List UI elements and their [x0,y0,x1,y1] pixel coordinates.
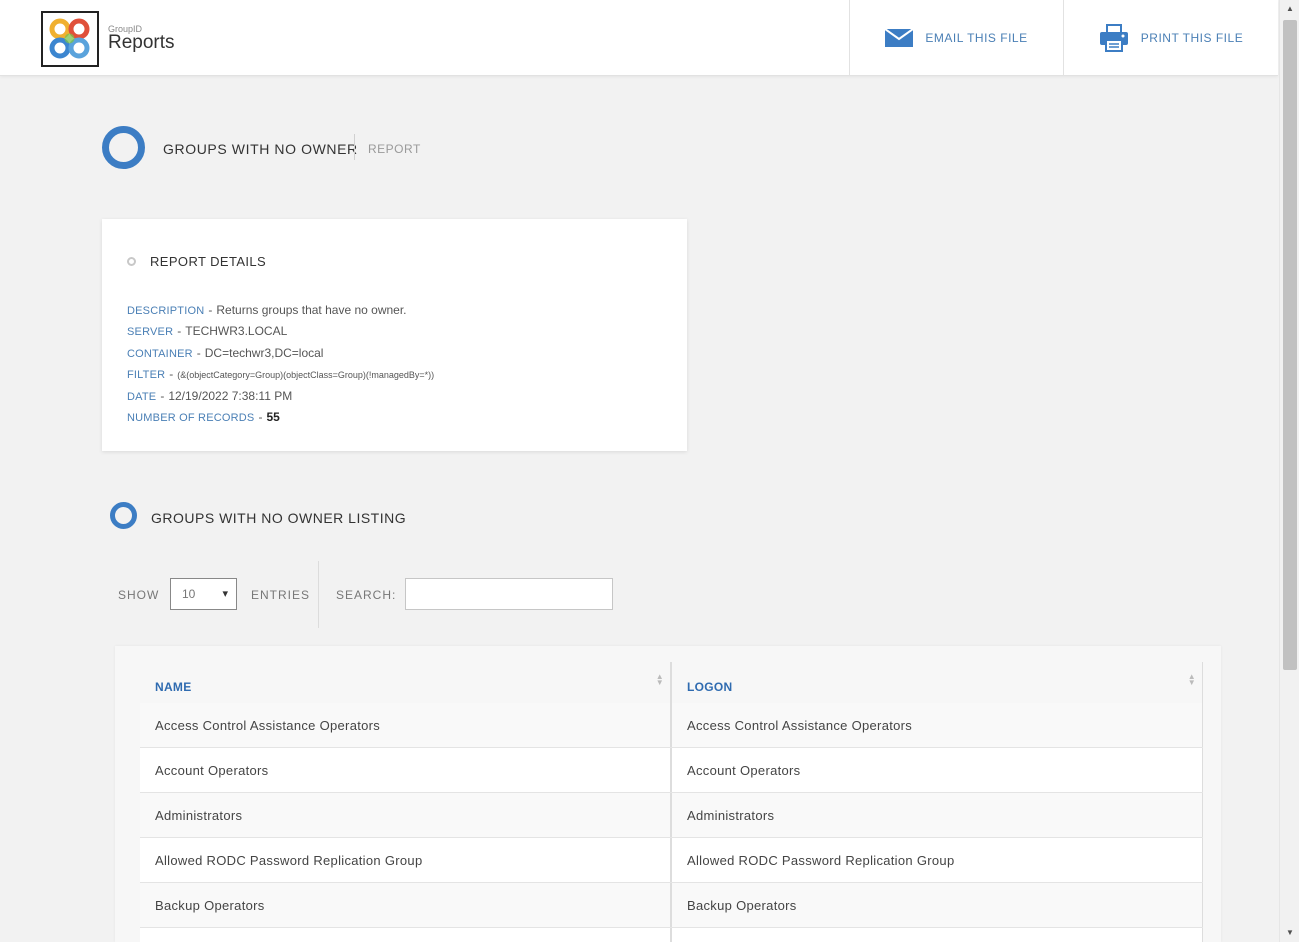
listing-title: GROUPS WITH NO OWNER LISTING [151,510,407,526]
email-file-label: EMAIL THIS FILE [925,31,1028,45]
controls-divider [318,561,319,628]
cell-name: Access Control Assistance Operators [140,703,671,747]
table-row[interactable]: Account Operators Account Operators [140,748,1203,793]
search-label: SEARCH: [336,588,397,602]
brand-title: Reports [108,32,175,53]
cell-name: Administrators [140,793,671,837]
table-row[interactable]: Backup Operators Backup Operators [140,883,1203,928]
logo-circles-icon [49,18,90,59]
detail-container: CONTAINER - DC=techwr3,DC=local [127,346,324,360]
table-body: Access Control Assistance Operators Acce… [140,703,1203,942]
print-file-label: PRINT THIS FILE [1140,31,1244,45]
detail-key: DATE [127,391,157,403]
table-row[interactable]: Access Control Assistance Operators Acce… [140,703,1203,748]
sort-icon[interactable]: ▲ ▼ [1188,673,1196,687]
detail-value: (&(objectCategory=Group)(objectClass=Gro… [177,370,435,380]
detail-value: TECHWR3.LOCAL [185,324,288,338]
email-file-button[interactable]: EMAIL THIS FILE [849,0,1063,76]
column-header-label: LOGON [687,679,733,694]
table-row[interactable]: Administrators Administrators [140,793,1203,838]
detail-value: Returns groups that have no owner. [216,303,407,317]
detail-record-count: NUMBER OF RECORDS -55 [127,410,280,424]
chevron-down-icon: ▾ [222,588,228,600]
column-header-label: NAME [155,679,192,694]
table-header-row: NAME ▲ ▼ LOGON ▲ ▼ [140,662,1203,703]
detail-description: DESCRIPTION - Returns groups that have no … [127,303,407,317]
report-details-title: REPORT DETAILS [150,254,267,269]
cell-name [140,928,671,942]
page-scrollbar[interactable]: ▲ ▼ [1279,0,1299,942]
cell-name: Allowed RODC Password Replication Group [140,838,671,882]
sort-icon[interactable]: ▲ ▼ [656,673,664,687]
detail-key: SERVER [127,326,174,338]
entries-label: ENTRIES [251,588,311,602]
column-header-name[interactable]: NAME ▲ ▼ [140,662,671,703]
page-title: GROUPS WITH NO OWNER [163,141,358,157]
cell-name: Account Operators [140,748,671,792]
cell-logon: Backup Operators [671,883,1203,927]
cell-name: Backup Operators [140,883,671,927]
scroll-down-arrow-icon[interactable]: ▼ [1280,924,1299,942]
title-divider [354,134,355,160]
page-subtitle: REPORT [368,142,421,156]
listing-table: NAME ▲ ▼ LOGON ▲ ▼ Access Control Assistan… [140,662,1203,942]
column-header-logon[interactable]: LOGON ▲ ▼ [671,662,1203,703]
entries-select[interactable]: 10 ▾ [170,578,237,610]
bullet-circle-icon [127,257,136,266]
print-file-button[interactable]: PRINT THIS FILE [1063,0,1278,76]
printer-icon [1099,24,1128,52]
scroll-up-arrow-icon[interactable]: ▲ [1280,0,1299,18]
scroll-thumb[interactable] [1283,20,1297,670]
detail-date: DATE -12/19/2022 7:38:11 PM [127,389,293,403]
show-label: SHOW [118,588,160,602]
detail-value: DC=techwr3,DC=local [204,346,324,360]
app-header: GroupID Reports EMAIL THIS FILE PRINT TH… [0,0,1278,76]
detail-value: 55 [266,410,280,424]
entries-select-value: 10 [182,587,196,601]
listing-table-panel: NAME ▲ ▼ LOGON ▲ ▼ Access Control Assistan… [115,646,1221,942]
groupid-logo[interactable] [41,11,99,67]
detail-key: FILTER [127,369,166,381]
detail-filter: FILTER - (&(objectCategory=Group)(objectCl… [127,367,435,381]
ring-icon [102,126,145,169]
cell-logon: Administrators [671,793,1203,837]
detail-server: SERVER - TECHWR3.LOCAL [127,324,288,338]
cell-logon: Allowed RODC Password Replication Group [671,838,1203,882]
ring-icon [110,502,137,529]
detail-value: 12/19/2022 7:38:11 PM [168,389,293,403]
table-row[interactable] [140,928,1203,942]
detail-key: CONTAINER [127,348,193,360]
detail-key: NUMBER OF RECORDS [127,412,255,424]
search-input[interactable] [405,578,613,610]
cell-logon: Account Operators [671,748,1203,792]
envelope-icon [885,29,914,47]
table-row[interactable]: Allowed RODC Password Replication Group … [140,838,1203,883]
detail-key: DESCRIPTION [127,305,205,317]
cell-logon [671,928,1203,942]
cell-logon: Access Control Assistance Operators [671,703,1203,747]
report-details-card: REPORT DETAILS DESCRIPTION - Returns group… [102,219,687,451]
